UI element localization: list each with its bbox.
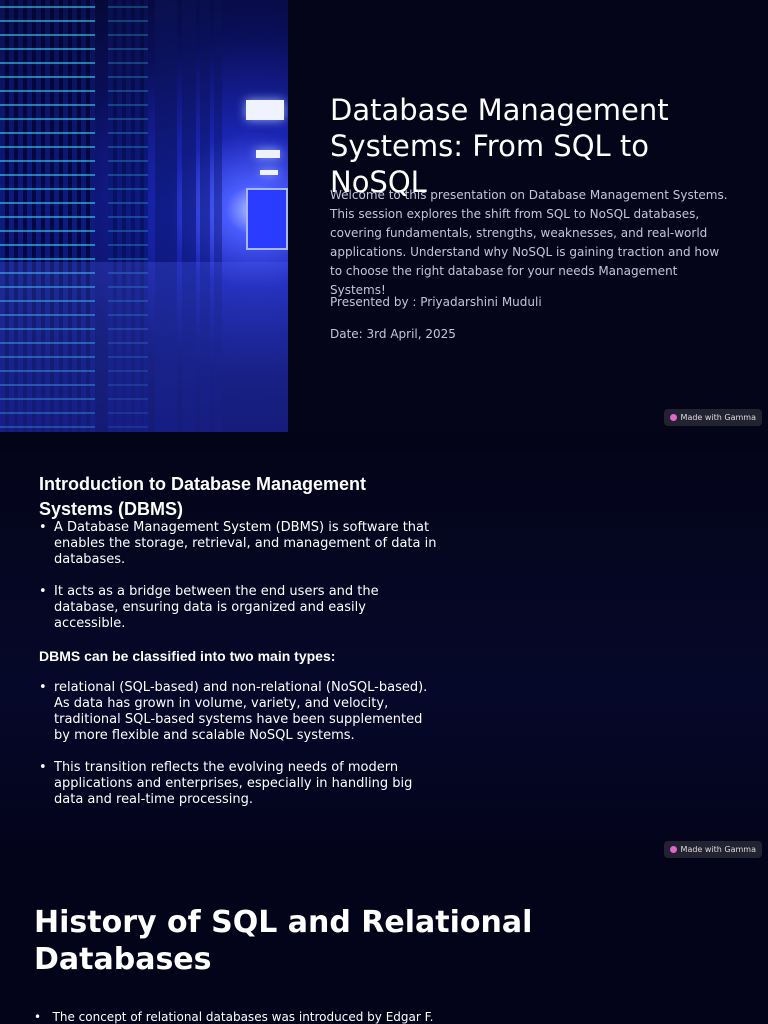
presentation-title: Database Management Systems: From SQL to…: [330, 93, 669, 199]
gamma-logo-icon: [669, 414, 677, 421]
list-item-text: The concept of relational databases was …: [52, 1010, 434, 1024]
list-item: This transition reflects the evolving ne…: [39, 760, 439, 808]
badge-label: Made with Gamma: [680, 845, 756, 854]
server-room-image: [0, 0, 288, 432]
gamma-logo-icon: [669, 846, 677, 853]
bullet-list: A Database Management System (DBMS) is s…: [39, 520, 439, 824]
presenter: Presented by : Priyadarshini Muduli: [330, 295, 542, 309]
history-slide: History of SQL and Relational Databases …: [0, 864, 768, 1024]
list-item: A Database Management System (DBMS) is s…: [39, 520, 439, 568]
badge-label: Made with Gamma: [680, 413, 756, 422]
date: Date: 3rd April, 2025: [330, 327, 456, 341]
list-item: relational (SQL-based) and non-relationa…: [39, 680, 439, 744]
title-slide: Database Management Systems: From SQL to…: [0, 0, 768, 432]
presentation-description: Welcome to this presentation on Database…: [330, 188, 728, 297]
made-with-gamma-badge[interactable]: Made with Gamma: [663, 841, 762, 858]
slide-title: History of SQL and Relational Databases: [34, 905, 533, 977]
list-item: • The concept of relational databases wa…: [34, 1010, 434, 1024]
made-with-gamma-badge[interactable]: Made with Gamma: [663, 409, 762, 426]
slide-title: Introduction to Database Management Syst…: [39, 474, 367, 519]
list-item: It acts as a bridge between the end user…: [39, 584, 439, 632]
subheading: DBMS can be classified into two main typ…: [39, 648, 336, 664]
intro-slide: Introduction to Database Management Syst…: [0, 432, 768, 864]
